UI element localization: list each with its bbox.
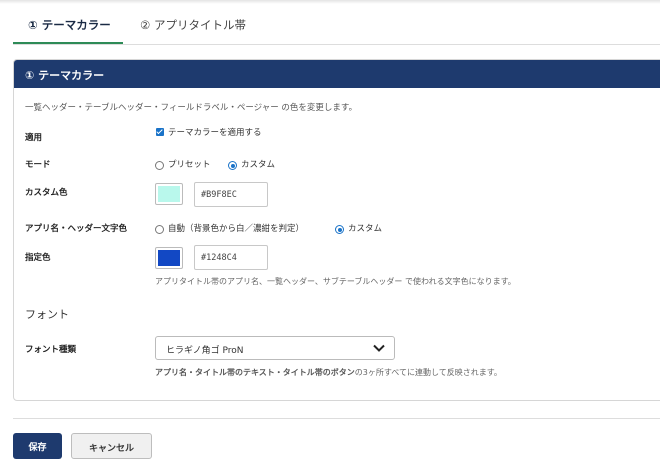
tab-theme-color[interactable]: ① テーマカラー [28, 17, 111, 33]
mode-label: モード [25, 160, 51, 170]
panel-description: 一覧ヘッダー・テーブルヘッダー・フィールドラベル・ページャー の色を変更します。 [25, 103, 358, 113]
header-text-color-label: アプリ名・ヘッダー文字色 [25, 224, 128, 234]
font-type-select[interactable]: ヒラギノ角ゴ ProN [155, 336, 395, 360]
tab-bar: ① テーマカラー ② アプリタイトル帯 [0, 0, 660, 45]
specified-color-fill [158, 250, 180, 266]
custom-color-hex-input[interactable]: #B9F8EC [194, 182, 268, 207]
footer-divider [13, 418, 660, 419]
apply-label: 適用 [25, 133, 43, 143]
mode-custom-radio[interactable] [228, 161, 237, 170]
panel-header: ① テーマカラー [14, 60, 660, 88]
font-type-label: フォント種類 [25, 345, 77, 355]
custom-color-swatch[interactable] [155, 183, 183, 205]
cancel-button-label: キャンセル [88, 444, 134, 454]
specified-color-label: 指定色 [25, 253, 51, 263]
panel-title: ① テーマカラー [25, 69, 105, 82]
custom-color-fill [158, 186, 180, 202]
specified-color-swatch[interactable] [155, 247, 183, 269]
font-type-selected: ヒラギノ角ゴ ProN [166, 346, 244, 356]
save-button[interactable]: 保存 [13, 433, 62, 459]
chevron-down-icon [373, 344, 385, 352]
header-text-auto-radio[interactable] [155, 225, 164, 234]
apply-theme-checkbox[interactable] [156, 128, 164, 136]
mode-preset-label[interactable]: プリセット [168, 158, 211, 170]
font-type-help-bold: アプリ名・タイトル帯のテキスト・タイトル帯のボタン [155, 368, 355, 377]
cancel-button[interactable]: キャンセル [71, 433, 152, 459]
header-text-custom-label[interactable]: カスタム [348, 222, 382, 234]
tab-app-title-band[interactable]: ② アプリタイトル帯 [140, 17, 246, 33]
mode-custom-label[interactable]: カスタム [241, 158, 275, 170]
specified-color-help: アプリタイトル帯のアプリ名、一覧ヘッダー、サブテーブルヘッダー で使われる文字色… [155, 277, 516, 286]
header-text-custom-radio[interactable] [335, 225, 344, 234]
header-text-auto-label[interactable]: 自動（背景色から白／濃紺を判定） [168, 222, 304, 234]
save-button-label: 保存 [28, 443, 47, 453]
mode-preset-radio[interactable] [155, 161, 164, 170]
custom-color-label: カスタム色 [25, 188, 68, 198]
apply-theme-checkbox-label[interactable]: テーマカラーを適用する [168, 126, 262, 138]
specified-color-hex-input[interactable]: #1248C4 [194, 245, 268, 270]
tab-divider [13, 44, 660, 45]
font-type-help-rest: の3ヶ所すべてに連動して反映されます。 [354, 368, 502, 377]
font-section-title: フォント [25, 308, 69, 321]
font-type-help: アプリ名・タイトル帯のテキスト・タイトル帯のボタンの3ヶ所すべてに連動して反映さ… [155, 367, 502, 378]
